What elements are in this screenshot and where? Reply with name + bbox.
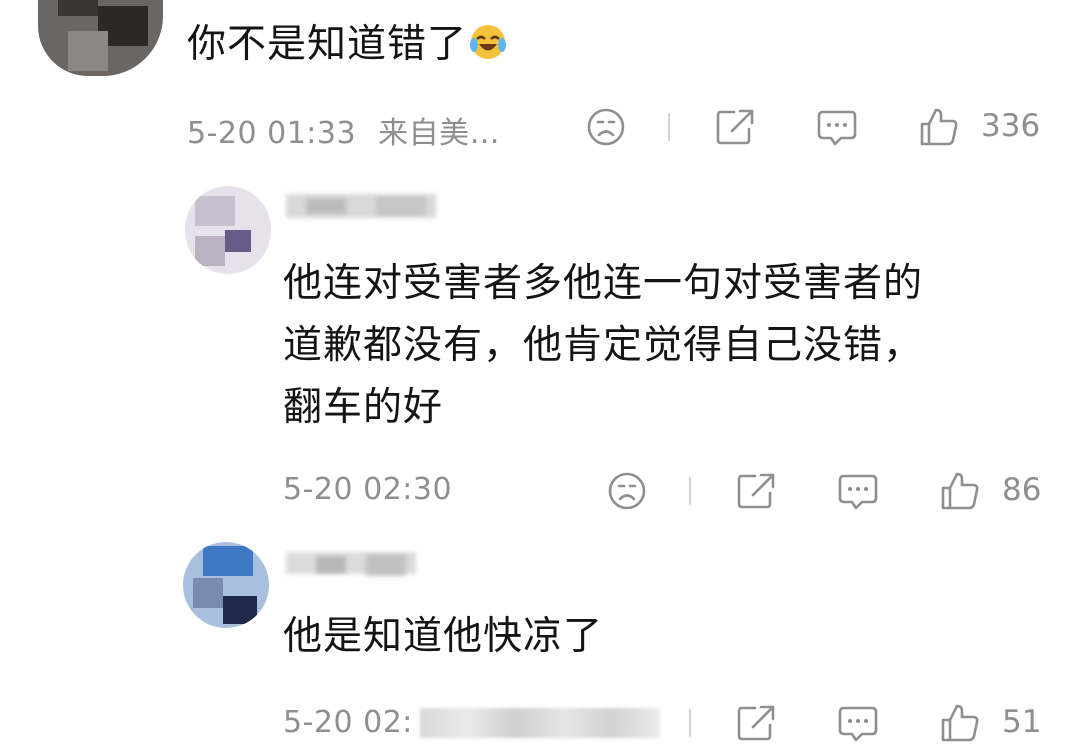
text-line: 翻车的好 — [283, 385, 444, 430]
divider — [668, 113, 670, 141]
frown-face-icon[interactable] — [586, 107, 626, 147]
comment-icon[interactable] — [836, 471, 880, 513]
frown-face-icon[interactable] — [607, 471, 647, 511]
share-icon[interactable] — [714, 107, 756, 147]
thumbs-up-icon[interactable] — [939, 702, 981, 744]
timestamp: 5-20 02:30 — [283, 472, 453, 507]
comment-text: 他是知道他快凉了 — [283, 614, 604, 659]
thumbs-up-icon[interactable] — [918, 106, 960, 148]
comment-text: 你不是知道错了 — [187, 14, 507, 80]
comment-meta: 5-20 02:30 — [283, 472, 452, 507]
avatar[interactable] — [38, 0, 163, 76]
comment-meta: 5-20 02: — [283, 705, 413, 740]
comment-icon[interactable] — [815, 107, 859, 149]
username-blurred[interactable] — [286, 546, 422, 586]
timestamp: 5-20 02: — [283, 705, 413, 740]
avatar[interactable] — [185, 186, 271, 274]
share-icon[interactable] — [735, 471, 777, 511]
avatar[interactable] — [183, 542, 269, 628]
laughing-crying-emoji-icon — [469, 18, 507, 80]
location: 来自美… — [378, 116, 501, 151]
like-count: 336 — [981, 108, 1041, 144]
divider — [689, 709, 691, 737]
thumbs-up-icon[interactable] — [939, 470, 981, 512]
text-line: 他连对受害者多他连一句对受害者的 — [283, 261, 924, 306]
timestamp: 5-20 01:33 — [187, 116, 357, 151]
comment-icon[interactable] — [836, 703, 880, 745]
text-line: 道歉都没有，他肯定觉得自己没错， — [283, 323, 924, 368]
redacted-overlay — [420, 708, 660, 738]
like-count: 86 — [1002, 472, 1042, 508]
divider — [689, 477, 691, 505]
username-blurred[interactable] — [286, 186, 442, 232]
comment-meta: 5-20 01:33 来自美… — [187, 108, 500, 152]
comment-text: 他连对受害者多他连一句对受害者的 道歉都没有，他肯定觉得自己没错， 翻车的好 — [283, 253, 1063, 439]
share-icon[interactable] — [735, 703, 777, 743]
like-count: 51 — [1002, 704, 1042, 740]
